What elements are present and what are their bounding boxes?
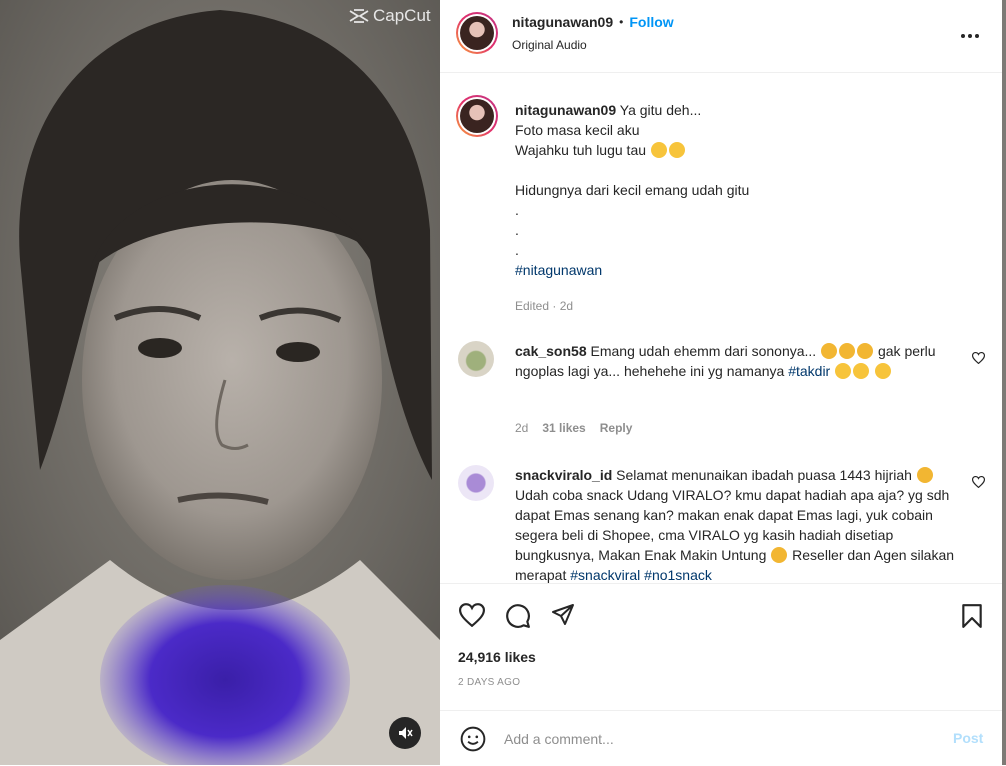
post-details-panel: nitagunawan09 • Follow Original Audio ni… <box>440 0 1006 765</box>
reply-button[interactable]: Reply <box>600 421 633 435</box>
author-avatar[interactable] <box>456 12 498 54</box>
caption-line: Wajahku tuh lugu tau <box>515 142 647 158</box>
bookmark-icon <box>962 604 982 628</box>
pray-emoji-icon <box>916 467 933 483</box>
post-actions <box>440 583 1002 644</box>
comments-scroll-area[interactable]: nitagunawan09 Ya gitu deh... Foto masa k… <box>440 73 1002 583</box>
mute-toggle-button[interactable] <box>389 717 421 749</box>
heart-icon <box>458 603 486 628</box>
heart-icon <box>971 475 986 489</box>
caption-author-avatar[interactable] <box>456 95 498 137</box>
watermark-text: CapCut <box>373 6 431 25</box>
author-username[interactable]: nitagunawan09 <box>512 14 613 30</box>
caption-line <box>515 160 975 180</box>
comment-input[interactable] <box>502 727 926 751</box>
capcut-logo-icon <box>349 9 369 23</box>
comment-hashtag[interactable]: #snackviral #no1snack <box>570 567 712 583</box>
comment-text: snackviralo_id Selamat menunaikan ibadah… <box>515 465 955 583</box>
commenter-avatar[interactable] <box>458 465 494 501</box>
laughing-emoji-icon <box>668 142 685 158</box>
caption-username[interactable]: nitagunawan09 <box>515 102 616 118</box>
audio-label[interactable]: Original Audio <box>512 38 587 52</box>
commenter-username[interactable]: cak_son58 <box>515 343 587 359</box>
caption-line: . <box>515 202 519 218</box>
comment-item: cak_son58 Emang udah ehemm dari sononya.… <box>458 341 986 441</box>
like-button[interactable] <box>458 603 486 632</box>
post-photo <box>0 0 440 765</box>
comment-body: Emang udah ehemm dari sononya... <box>590 343 817 359</box>
clap-emoji-icon <box>821 343 838 359</box>
scrollbar-edge <box>1002 0 1006 765</box>
comment-meta: 2d 31 likes Reply <box>515 421 632 435</box>
more-horizontal-icon <box>961 34 979 38</box>
clap-emoji-icon <box>839 343 856 359</box>
comment-hashtag[interactable]: #takdir <box>788 363 830 379</box>
caption-hashtag[interactable]: #nitagunawan <box>515 262 602 278</box>
comment-item: snackviralo_id Selamat menunaikan ibadah… <box>458 465 986 583</box>
thumbs-up-emoji-icon <box>771 547 788 563</box>
comment-time: 2d <box>515 421 529 435</box>
post-caption: nitagunawan09 Ya gitu deh... Foto masa k… <box>515 100 975 316</box>
share-button[interactable] <box>550 603 576 632</box>
share-icon <box>552 604 574 625</box>
comment-icon <box>506 604 530 628</box>
commenter-username[interactable]: snackviralo_id <box>515 467 612 483</box>
header-separator: • <box>619 15 624 29</box>
comment-button[interactable] <box>505 603 531 634</box>
post-date[interactable]: 2 DAYS AGO <box>458 677 520 688</box>
speaker-muted-icon <box>399 727 413 739</box>
grin-emoji-icon <box>835 363 852 379</box>
comment-text: cak_son58 Emang udah ehemm dari sononya.… <box>515 341 955 381</box>
emoji-icon <box>460 726 486 752</box>
caption-line: . <box>515 222 519 238</box>
commenter-avatar[interactable] <box>458 341 494 377</box>
comment-body: Selamat menunaikan ibadah puasa 1443 hij… <box>616 467 912 483</box>
caption-line: Foto masa kecil aku <box>515 122 640 138</box>
caption-meta: Edited · 2d <box>515 299 574 313</box>
more-options-button[interactable] <box>960 26 980 44</box>
caption-line: . <box>515 242 519 258</box>
post-header: nitagunawan09 • Follow Original Audio <box>440 0 1002 73</box>
comment-likes[interactable]: 31 likes <box>542 421 585 435</box>
grin-emoji-icon <box>875 363 892 379</box>
capcut-watermark: CapCut <box>348 6 431 26</box>
tongue-emoji-icon <box>650 142 667 158</box>
comment-like-button[interactable] <box>971 351 986 369</box>
follow-button[interactable]: Follow <box>629 14 673 30</box>
clap-emoji-icon <box>857 343 874 359</box>
save-button[interactable] <box>961 603 983 634</box>
caption-line: Ya gitu deh... <box>619 102 702 118</box>
post-comment-button[interactable]: Post <box>953 730 983 746</box>
comment-like-button[interactable] <box>971 475 986 493</box>
caption-line: Hidungnya dari kecil emang udah gitu <box>515 182 750 198</box>
grin-emoji-icon <box>853 363 870 379</box>
likes-count[interactable]: 24,916 likes <box>458 649 536 665</box>
heart-icon <box>971 351 986 365</box>
emoji-picker-button[interactable] <box>460 726 486 757</box>
post-media[interactable]: CapCut <box>0 0 440 765</box>
comment-composer: Post <box>440 710 1002 766</box>
